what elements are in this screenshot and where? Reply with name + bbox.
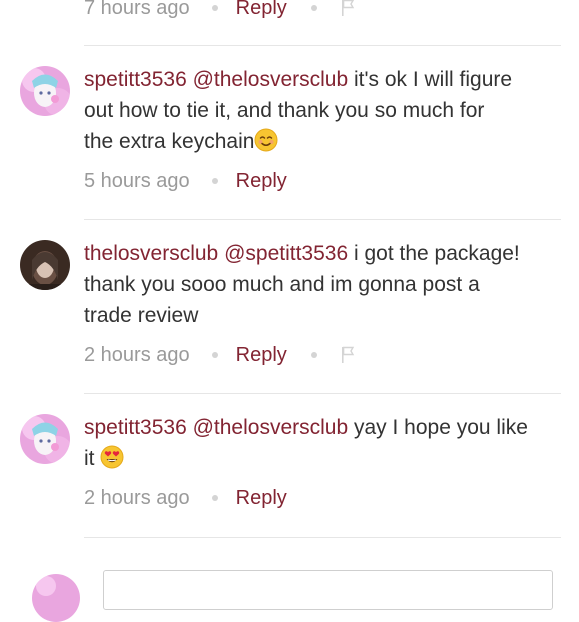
composer-avatar bbox=[32, 574, 80, 622]
comment-timestamp: 2 hours ago bbox=[84, 344, 190, 366]
heart-eyes-icon bbox=[100, 445, 124, 469]
comment-mention[interactable]: @spetitt3536 bbox=[224, 242, 348, 265]
avatar[interactable] bbox=[20, 66, 70, 116]
comment-username[interactable]: thelosversclub bbox=[84, 242, 218, 265]
divider bbox=[84, 393, 561, 394]
comment-meta-row: 2 hours ago Reply bbox=[84, 486, 287, 510]
divider bbox=[84, 219, 561, 220]
comment-meta-row: 2 hours ago Reply bbox=[84, 343, 355, 367]
comment-text-line: it bbox=[84, 447, 101, 470]
comment-timestamp: 5 hours ago bbox=[84, 170, 190, 192]
comment-timestamp: 7 hours ago bbox=[84, 0, 190, 19]
comment-meta-row: 5 hours ago Reply bbox=[84, 169, 287, 193]
reply-button[interactable]: Reply bbox=[236, 486, 287, 510]
separator-dot bbox=[211, 495, 218, 501]
flag-icon[interactable] bbox=[341, 0, 355, 17]
separator-dot bbox=[211, 352, 218, 358]
comment-text: thelosversclub @spetitt3536 i got the pa… bbox=[84, 238, 562, 331]
comment-mention[interactable]: @thelosversclub bbox=[193, 416, 349, 439]
avatar[interactable] bbox=[20, 240, 70, 290]
comment-input[interactable] bbox=[103, 570, 553, 610]
separator-dot bbox=[310, 5, 317, 11]
smiling-face-icon bbox=[254, 128, 278, 152]
comment-meta-row: 7 hours ago Reply bbox=[84, 0, 355, 20]
avatar[interactable] bbox=[20, 414, 70, 464]
comment-text-line: thank you sooo much and im gonna post a bbox=[84, 273, 480, 296]
reply-button[interactable]: Reply bbox=[236, 0, 287, 20]
comment-timestamp: 2 hours ago bbox=[84, 487, 190, 509]
comment-text-line: it's ok I will figure bbox=[348, 68, 513, 91]
comment-thread: 7 hours ago Reply spetitt3536 @thelosver… bbox=[0, 0, 579, 622]
separator-dot bbox=[211, 178, 218, 184]
comment-username[interactable]: spetitt3536 bbox=[84, 416, 187, 439]
flag-icon[interactable] bbox=[341, 346, 355, 364]
comment-text-line: trade review bbox=[84, 304, 199, 327]
divider bbox=[84, 45, 561, 46]
comment-text-line: yay I hope you like bbox=[348, 416, 528, 439]
comment-username[interactable]: spetitt3536 bbox=[84, 68, 187, 91]
comment-text-line: out how to tie it, and thank you so much… bbox=[84, 99, 485, 122]
separator-dot bbox=[211, 5, 218, 11]
separator-dot bbox=[310, 352, 317, 358]
comment-text-line: i got the package! bbox=[348, 242, 520, 265]
comment-mention[interactable]: @thelosversclub bbox=[193, 68, 349, 91]
comment-text: spetitt3536 @thelosversclub it's ok I wi… bbox=[84, 64, 562, 157]
reply-button[interactable]: Reply bbox=[236, 169, 287, 193]
comment-text: spetitt3536 @thelosversclub yay I hope y… bbox=[84, 412, 562, 474]
reply-button[interactable]: Reply bbox=[236, 343, 287, 367]
comment-text-line: the extra keychain bbox=[84, 130, 255, 153]
divider bbox=[84, 537, 561, 538]
